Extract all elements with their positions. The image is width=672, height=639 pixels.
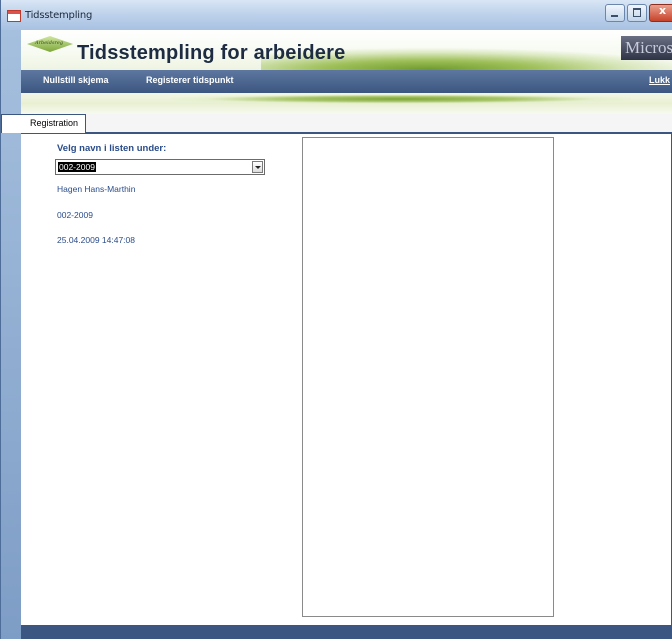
window-title: Tidsstempling: [25, 10, 93, 21]
title-bar[interactable]: Tidsstempling: [1, 0, 672, 30]
reset-form-button[interactable]: Nullstill skjema: [43, 75, 109, 85]
menu-bar: Nullstill skjema Registerer tidspunkt Lu…: [21, 70, 672, 93]
close-window-button[interactable]: [649, 4, 672, 22]
registration-panel: Velg navn i listen under: 002-2009 Hagen…: [21, 134, 672, 625]
registered-timestamp: 25.04.2009 14:47:08: [57, 235, 135, 245]
tab-registration[interactable]: Registration: [1, 114, 87, 133]
employee-name: Hagen Hans-Marthin: [57, 184, 136, 194]
band-swoosh: [171, 94, 631, 104]
minimize-button[interactable]: [605, 4, 625, 22]
registrations-list[interactable]: [302, 137, 554, 617]
name-select[interactable]: 002-2009: [55, 159, 265, 175]
decorative-band: [21, 93, 672, 114]
register-time-button[interactable]: Registerer tidspunkt: [146, 75, 234, 85]
page-title: Tidsstempling for arbeidere: [77, 42, 346, 64]
chevron-down-icon[interactable]: [252, 161, 263, 173]
app-icon: [7, 10, 21, 22]
select-name-label: Velg navn i listen under:: [57, 143, 167, 154]
employee-id: 002-2009: [57, 210, 93, 220]
window-controls: [603, 4, 672, 22]
maximize-button[interactable]: [627, 4, 647, 22]
header-banner: Arbeidsreg Tidsstempling for arbeidere M…: [21, 30, 672, 70]
app-window: Tidsstempling Arbeidsreg Tidsstempling f…: [0, 0, 672, 639]
brand-logo: Microsoft: [621, 36, 672, 60]
tab-strip: Registration: [1, 114, 672, 134]
client-area: Arbeidsreg Tidsstempling for arbeidere M…: [1, 30, 672, 639]
logo-text: Arbeidsreg: [35, 40, 64, 46]
selected-value: 002-2009: [58, 162, 96, 172]
status-bar: [21, 625, 672, 639]
close-button[interactable]: Lukk: [649, 75, 670, 85]
